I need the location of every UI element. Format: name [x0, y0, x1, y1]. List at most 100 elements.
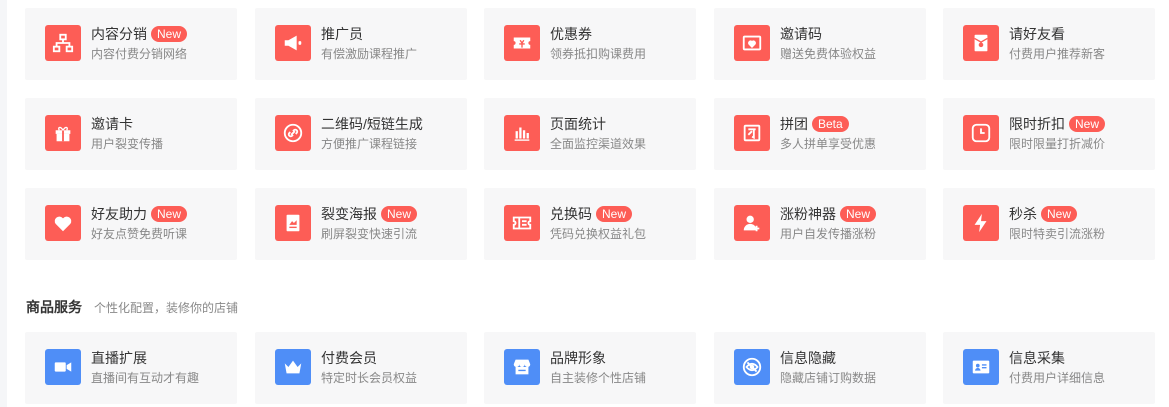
tool-card-paid-membership[interactable]: 付费会员特定时长会员权益 [255, 332, 467, 404]
tool-card-title: 好友助力 [91, 206, 147, 222]
tool-card-title: 信息采集 [1009, 350, 1065, 366]
user-add-icon [734, 205, 770, 241]
tool-card-title: 付费会员 [321, 350, 377, 366]
tool-card-title: 推广员 [321, 26, 363, 42]
tool-card-coupon[interactable]: 优惠券领券抵扣购课费用 [484, 8, 696, 80]
tool-card-title: 邀请卡 [91, 116, 133, 132]
tool-card-redeem-code[interactable]: 兑换码 New 凭码兑换权益礼包 [484, 188, 696, 260]
tool-card-flash-sale[interactable]: 秒杀 New 限时特卖引流涨粉 [943, 188, 1155, 260]
tool-card-title-row: 好友助力 New [91, 205, 188, 223]
tool-card-friend-pay[interactable]: 请好友看付费用户推荐新客 [943, 8, 1155, 80]
status-badge: New [381, 206, 418, 222]
org-chart-icon [45, 25, 81, 61]
tool-card-title: 兑换码 [550, 206, 592, 222]
tool-card-title-row: 请好友看 [1009, 25, 1065, 43]
tool-card-title-row: 秒杀 New [1009, 205, 1078, 223]
video-camera-icon [45, 349, 81, 385]
clock-icon [963, 115, 999, 151]
status-badge: New [840, 206, 877, 222]
status-badge: New [151, 26, 188, 42]
tool-card-invite-code[interactable]: 邀请码赠送免费体验权益 [714, 8, 926, 80]
tool-card-title: 信息隐藏 [780, 350, 836, 366]
tool-card-title-row: 页面统计 [550, 115, 606, 133]
tool-card-description: 赠送免费体验权益 [780, 47, 877, 61]
status-badge: New [151, 206, 188, 222]
marketing-center-page: 内容分销 New 内容付费分销网络 推广员 有偿激励课程推广 优惠券 领券抵扣购课费用 邀请码… [0, 0, 1169, 407]
tool-card-fission-poster[interactable]: 裂变海报 New 刷屏裂变快速引流 [255, 188, 467, 260]
tool-card-description: 限时限量打折减价 [1009, 137, 1106, 151]
tool-card-title: 邀请码 [780, 26, 822, 42]
tool-card-title-row: 推广员 [321, 25, 363, 43]
tool-card-description: 自主装修个性店铺 [550, 371, 647, 385]
link-icon [275, 115, 311, 151]
tool-card-description: 付费用户详细信息 [1009, 371, 1106, 385]
gift-icon [45, 115, 81, 151]
tool-card-title-row: 品牌形象 [550, 349, 606, 367]
tool-card-group-buy[interactable]: 拼团 Beta 多人拼单享受优惠 [714, 98, 926, 170]
tool-card-title: 二维码/短链生成 [321, 116, 423, 132]
ticket-icon [504, 205, 540, 241]
tool-card-title-row: 付费会员 [321, 349, 377, 367]
tool-card-description: 特定时长会员权益 [321, 371, 418, 385]
tool-card-title-row: 优惠券 [550, 25, 592, 43]
tool-card-info-collection[interactable]: 信息采集付费用户详细信息 [943, 332, 1155, 404]
left-edge [0, 0, 7, 407]
tool-card-brand-image[interactable]: 品牌形象自主装修个性店铺 [484, 332, 696, 404]
tool-card-description: 领券抵扣购课费用 [550, 47, 647, 61]
tool-card-friend-assist[interactable]: 好友助力 New 好友点赞免费听课 [25, 188, 237, 260]
tool-card-description: 限时特卖引流涨粉 [1009, 227, 1106, 241]
tool-card-info-hiding[interactable]: 信息隐藏隐藏店铺订购数据 [714, 332, 926, 404]
tool-card-title-row: 裂变海报 New [321, 205, 418, 223]
tool-card-content-distribution[interactable]: 内容分销 New 内容付费分销网络 [25, 8, 237, 80]
tool-card-title: 页面统计 [550, 116, 606, 132]
section-subtitle: 个性化配置，装修你的店铺 [94, 301, 239, 315]
tool-card-promoter[interactable]: 推广员有偿激励课程推广 [255, 8, 467, 80]
tool-card-title-row: 直播扩展 [91, 349, 147, 367]
tool-card-title: 内容分销 [91, 26, 147, 42]
tool-card-title: 限时折扣 [1009, 116, 1065, 132]
coupon-icon [504, 25, 540, 61]
tool-card-description: 方便推广课程链接 [321, 137, 418, 151]
tool-card-description: 隐藏店铺订购数据 [780, 371, 877, 385]
tool-card-follower-growth[interactable]: 涨粉神器 New 用户自发传播涨粉 [714, 188, 926, 260]
tool-card-title-row: 信息隐藏 [780, 349, 836, 367]
megaphone-icon [275, 25, 311, 61]
storefront-icon [504, 349, 540, 385]
section-title: 商品服务 [26, 299, 82, 315]
tool-card-title-row: 邀请码 [780, 25, 822, 43]
tool-card-qrcode-shortlink[interactable]: 二维码/短链生成 方便推广课程链接 [255, 98, 467, 170]
tool-card-invite-card[interactable]: 邀请卡 用户裂变传播 [25, 98, 237, 170]
tool-card-description: 直播间有互动才有趣 [91, 371, 200, 385]
crown-icon [275, 349, 311, 385]
tool-card-description: 刷屏裂变快速引流 [321, 227, 418, 241]
eye-hidden-icon [734, 349, 770, 385]
red-packet-icon [963, 25, 999, 61]
tool-card-live-extension[interactable]: 直播扩展直播间有互动才有趣 [25, 332, 237, 404]
tool-card-title-row: 二维码/短链生成 [321, 115, 423, 133]
tool-card-title-row: 兑换码 New [550, 205, 633, 223]
tool-card-title: 涨粉神器 [780, 206, 836, 222]
tool-card-title-row: 涨粉神器 New [780, 205, 877, 223]
section-header: 商品服务 个性化配置，装修你的店铺 [26, 297, 238, 317]
tool-card-description: 付费用户推荐新客 [1009, 47, 1106, 61]
id-card-icon [963, 349, 999, 385]
status-badge: New [1069, 116, 1106, 132]
bar-chart-icon [504, 115, 540, 151]
tool-card-description: 全面监控渠道效果 [550, 137, 647, 151]
tool-card-page-stats[interactable]: 页面统计全面监控渠道效果 [484, 98, 696, 170]
tool-card-title: 直播扩展 [91, 350, 147, 366]
tool-card-description: 多人拼单享受优惠 [780, 137, 877, 151]
tool-card-description: 有偿激励课程推广 [321, 47, 418, 61]
group-icon [734, 115, 770, 151]
tool-card-title: 请好友看 [1009, 26, 1065, 42]
heart-icon [45, 205, 81, 241]
tool-card-title-row: 限时折扣 New [1009, 115, 1106, 133]
tool-card-description: 用户自发传播涨粉 [780, 227, 877, 241]
status-badge: New [596, 206, 633, 222]
tool-card-title: 品牌形象 [550, 350, 606, 366]
tool-card-description: 凭码兑换权益礼包 [550, 227, 647, 241]
lightning-icon [963, 205, 999, 241]
tool-card-title-row: 信息采集 [1009, 349, 1065, 367]
tool-card-title: 裂变海报 [321, 206, 377, 222]
tool-card-limited-discount[interactable]: 限时折扣 New 限时限量打折减价 [943, 98, 1155, 170]
